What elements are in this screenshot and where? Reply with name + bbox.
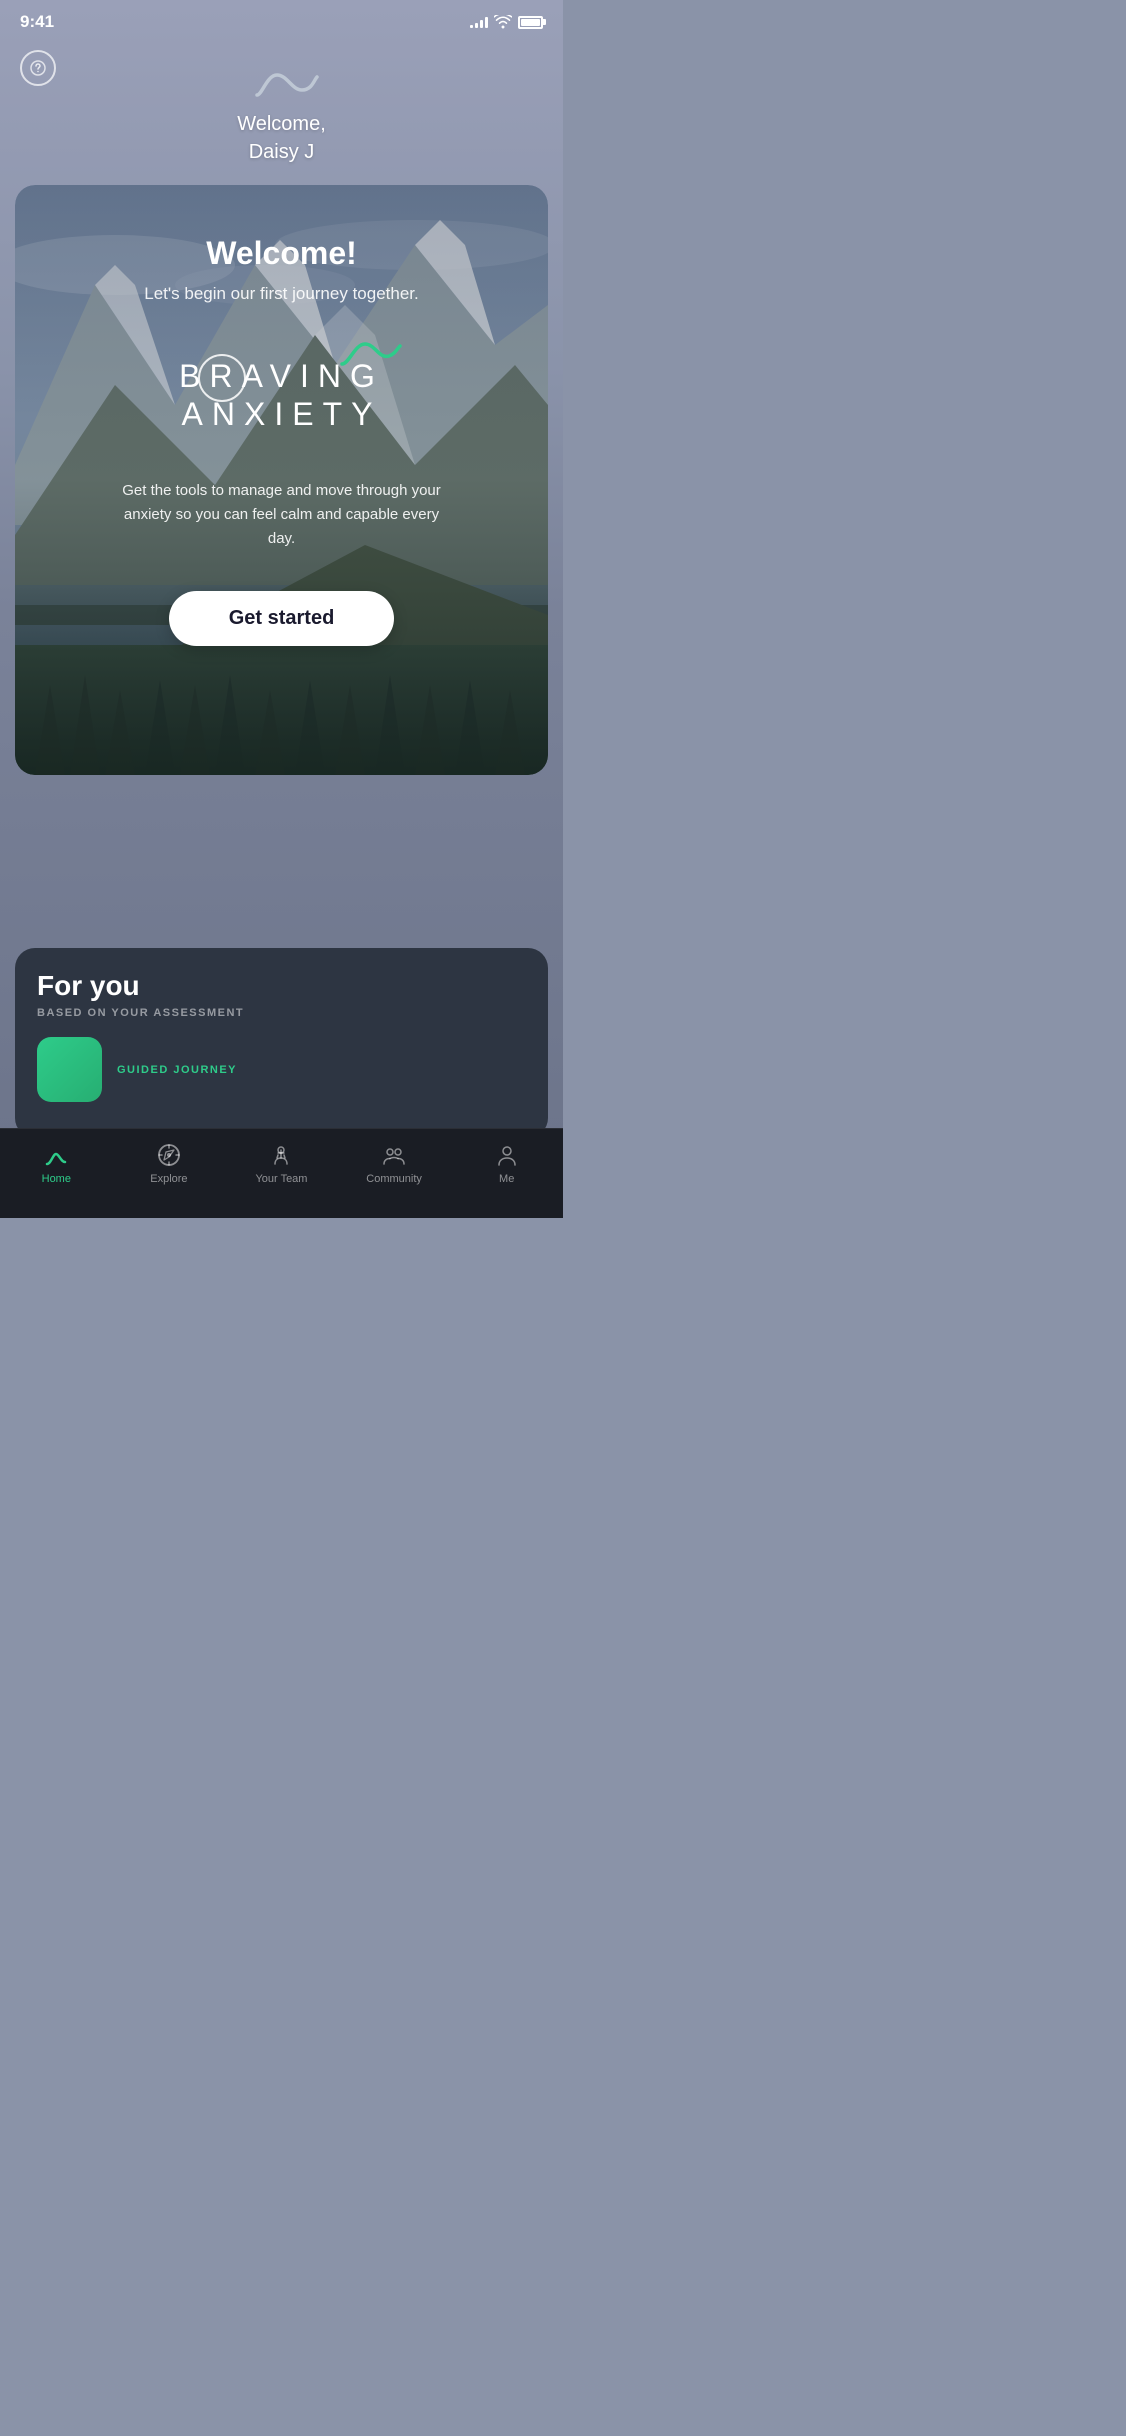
- for-you-section: For you BASED ON YOUR ASSESSMENT GUIDED …: [15, 948, 548, 1138]
- status-time: 9:41: [20, 12, 54, 32]
- tab-your-team[interactable]: Your Team: [251, 1141, 311, 1185]
- guided-journey-label: GUIDED JOURNEY: [117, 1064, 237, 1076]
- tab-me[interactable]: Me: [477, 1141, 537, 1185]
- signal-bar-2: [475, 23, 478, 28]
- header-logo-squiggle: [242, 55, 322, 110]
- card-title: Welcome!: [206, 235, 357, 272]
- your-team-icon: [267, 1141, 295, 1169]
- battery-icon: [518, 16, 543, 29]
- guided-journey-row: GUIDED JOURNEY: [37, 1037, 526, 1102]
- journey-thumbnail: [37, 1037, 102, 1102]
- wifi-icon: [494, 15, 512, 29]
- status-bar: 9:41: [0, 0, 563, 40]
- header-area: Welcome, Daisy J: [0, 50, 563, 166]
- tab-community-label: Community: [366, 1173, 422, 1185]
- main-card: Welcome! Let's begin our first journey t…: [15, 185, 548, 775]
- tab-explore-label: Explore: [150, 1173, 187, 1185]
- card-content: Welcome! Let's begin our first journey t…: [15, 185, 548, 775]
- help-icon[interactable]: [20, 50, 56, 86]
- tab-home[interactable]: Home: [26, 1141, 86, 1185]
- braving-anxiety-logo: BRAVING ANXIETY: [152, 344, 412, 444]
- explore-icon: [155, 1141, 183, 1169]
- tab-me-label: Me: [499, 1173, 514, 1185]
- signal-bar-3: [480, 20, 483, 28]
- card-description: Get the tools to manage and move through…: [122, 479, 442, 551]
- tab-bar: Home Explore Your Team: [0, 1128, 563, 1218]
- signal-bar-1: [470, 25, 473, 28]
- assessment-label: BASED ON YOUR ASSESSMENT: [37, 1007, 526, 1019]
- signal-bars-icon: [470, 16, 488, 28]
- status-icons: [470, 15, 543, 29]
- community-icon: [380, 1141, 408, 1169]
- battery-fill: [521, 19, 540, 26]
- signal-bar-4: [485, 17, 488, 28]
- tab-home-label: Home: [42, 1173, 71, 1185]
- get-started-button[interactable]: Get started: [169, 591, 395, 646]
- me-icon: [493, 1141, 521, 1169]
- home-icon: [42, 1141, 70, 1169]
- welcome-message: Welcome, Daisy J: [237, 110, 326, 166]
- tab-explore[interactable]: Explore: [139, 1141, 199, 1185]
- tab-community[interactable]: Community: [364, 1141, 424, 1185]
- card-subtitle: Let's begin our first journey together.: [144, 284, 418, 304]
- tab-your-team-label: Your Team: [255, 1173, 307, 1185]
- green-squiggle-icon: [337, 334, 402, 374]
- for-you-title: For you: [37, 970, 526, 1002]
- anxiety-text: ANXIETY: [152, 396, 412, 433]
